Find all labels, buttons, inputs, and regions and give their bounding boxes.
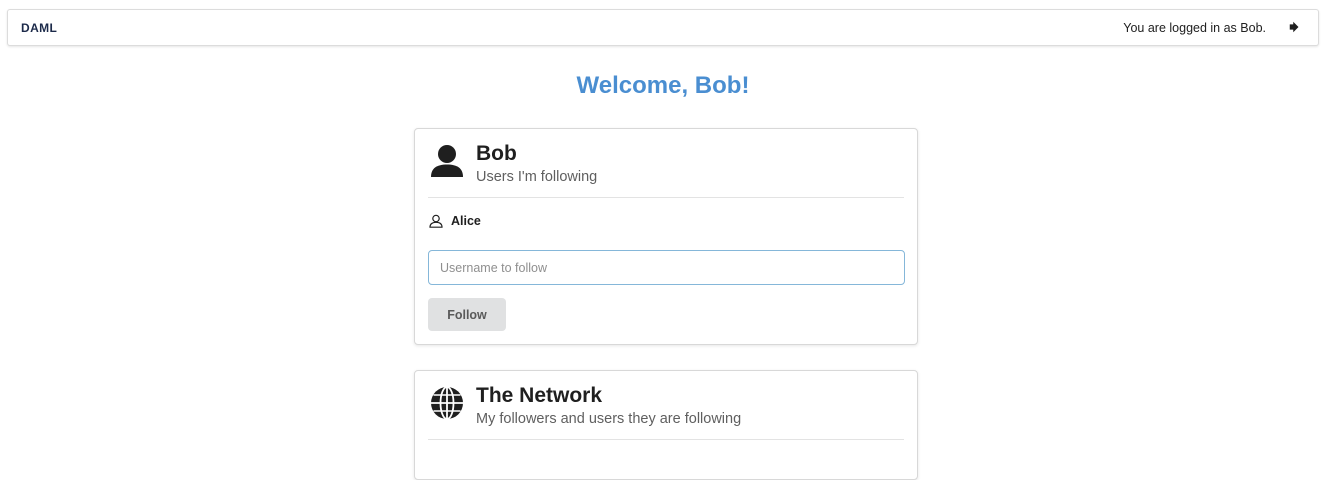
card-subtitle-following: Users I'm following xyxy=(476,169,598,185)
card-divider xyxy=(428,197,904,198)
following-list-item: Alice xyxy=(429,211,481,231)
logged-in-status: You are logged in as Bob. xyxy=(1123,21,1266,35)
card-subtitle-network: My followers and users they are followin… xyxy=(476,411,742,427)
card-divider xyxy=(428,439,904,440)
user-icon xyxy=(431,145,463,177)
globe-icon xyxy=(431,386,463,420)
welcome-heading: Welcome, Bob! xyxy=(576,72,750,99)
user-outline-icon xyxy=(429,214,443,228)
network-card: The Network My followers and users they … xyxy=(414,370,918,480)
username-to-follow-input[interactable] xyxy=(428,250,905,285)
card-title-user: Bob xyxy=(476,142,517,165)
following-card: Bob Users I'm following Alice Follow xyxy=(414,128,918,345)
sign-out-icon[interactable] xyxy=(1288,20,1302,34)
card-title-network: The Network xyxy=(476,384,603,407)
following-user-name: Alice xyxy=(451,214,481,228)
follow-button[interactable]: Follow xyxy=(428,298,506,331)
daml-logo: DAML xyxy=(21,21,58,35)
top-menu-bar: DAML You are logged in as Bob. xyxy=(7,9,1319,46)
